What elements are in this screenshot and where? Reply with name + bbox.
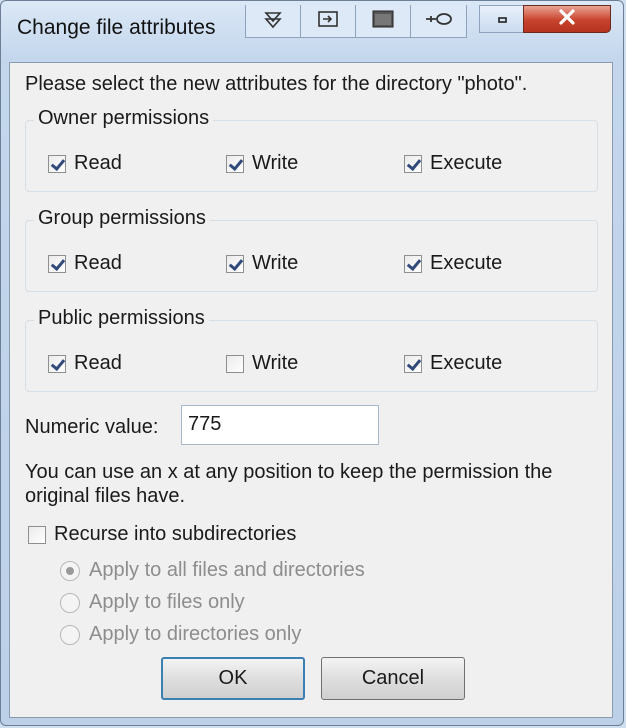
- recurse-checkbox[interactable]: Recurse into subdirectories: [28, 523, 296, 546]
- radio-label: Apply to directories only: [89, 623, 302, 645]
- checkbox-box[interactable]: [28, 525, 46, 544]
- key-icon: [424, 8, 454, 35]
- apply-directories-radio[interactable]: Apply to directories only: [60, 623, 301, 646]
- down-triangle-icon: [262, 8, 284, 35]
- window-title: Change file attributes: [17, 16, 216, 39]
- owner-execute-checkbox[interactable]: Execute: [404, 152, 502, 175]
- checkbox-box[interactable]: [48, 354, 66, 373]
- close-icon: [556, 8, 578, 31]
- title-tool-4[interactable]: [411, 5, 466, 37]
- group-title: Owner permissions: [34, 107, 214, 130]
- window-icon: [316, 8, 340, 35]
- apply-all-radio[interactable]: Apply to all files and directories: [60, 559, 365, 582]
- checkbox-box[interactable]: [404, 254, 422, 273]
- checkbox-label: Write: [252, 152, 299, 174]
- public-execute-checkbox[interactable]: Execute: [404, 352, 502, 375]
- owner-read-checkbox[interactable]: Read: [48, 152, 122, 175]
- radio-label: Apply to files only: [89, 591, 245, 613]
- checkbox-box[interactable]: [48, 254, 66, 273]
- group-write-checkbox[interactable]: Write: [226, 252, 298, 275]
- radio-dot[interactable]: [60, 592, 80, 613]
- group-title: Group permissions: [34, 207, 210, 230]
- checkbox-label: Read: [74, 252, 122, 274]
- numeric-value-label: Numeric value:: [25, 416, 159, 438]
- group-title: Public permissions: [34, 307, 209, 330]
- checkbox-box[interactable]: [404, 154, 422, 173]
- checkbox-box[interactable]: [226, 354, 244, 373]
- hint-line-2: original files have.: [25, 485, 186, 507]
- group-execute-checkbox[interactable]: Execute: [404, 252, 502, 275]
- title-tool-3[interactable]: [356, 5, 411, 37]
- window-filled-icon: [371, 8, 395, 35]
- checkbox-box[interactable]: [48, 154, 66, 173]
- minimize-icon: [495, 10, 509, 29]
- public-read-checkbox[interactable]: Read: [48, 352, 122, 375]
- public-write-checkbox[interactable]: Write: [226, 352, 298, 375]
- checkbox-box[interactable]: [404, 354, 422, 373]
- apply-files-radio[interactable]: Apply to files only: [60, 591, 245, 614]
- title-tool-1[interactable]: [246, 5, 301, 37]
- cancel-button[interactable]: Cancel: [321, 657, 465, 700]
- radio-dot[interactable]: [60, 624, 80, 645]
- radio-dot[interactable]: [60, 560, 80, 581]
- checkbox-label: Execute: [430, 252, 503, 274]
- title-tool-2[interactable]: [301, 5, 356, 37]
- hint-line-1: You can use an x at any position to keep…: [25, 461, 553, 483]
- checkbox-label: Read: [74, 352, 122, 374]
- checkbox-label: Read: [74, 152, 122, 174]
- group-read-checkbox[interactable]: Read: [48, 252, 122, 275]
- title-toolbar: [245, 5, 467, 38]
- radio-label: Apply to all files and directories: [89, 559, 365, 581]
- checkbox-label: Recurse into subdirectories: [54, 523, 297, 545]
- ok-button[interactable]: OK: [161, 657, 305, 700]
- dialog-prompt: Please select the new attributes for the…: [25, 73, 528, 95]
- minimize-button[interactable]: [479, 5, 523, 33]
- checkbox-label: Execute: [430, 352, 503, 374]
- checkbox-box[interactable]: [226, 154, 244, 173]
- numeric-value-input[interactable]: 775: [181, 405, 379, 445]
- checkbox-label: Execute: [430, 152, 503, 174]
- owner-write-checkbox[interactable]: Write: [226, 152, 298, 175]
- checkbox-box[interactable]: [226, 254, 244, 273]
- checkbox-label: Write: [252, 252, 299, 274]
- checkbox-label: Write: [252, 352, 299, 374]
- close-button[interactable]: [523, 5, 611, 33]
